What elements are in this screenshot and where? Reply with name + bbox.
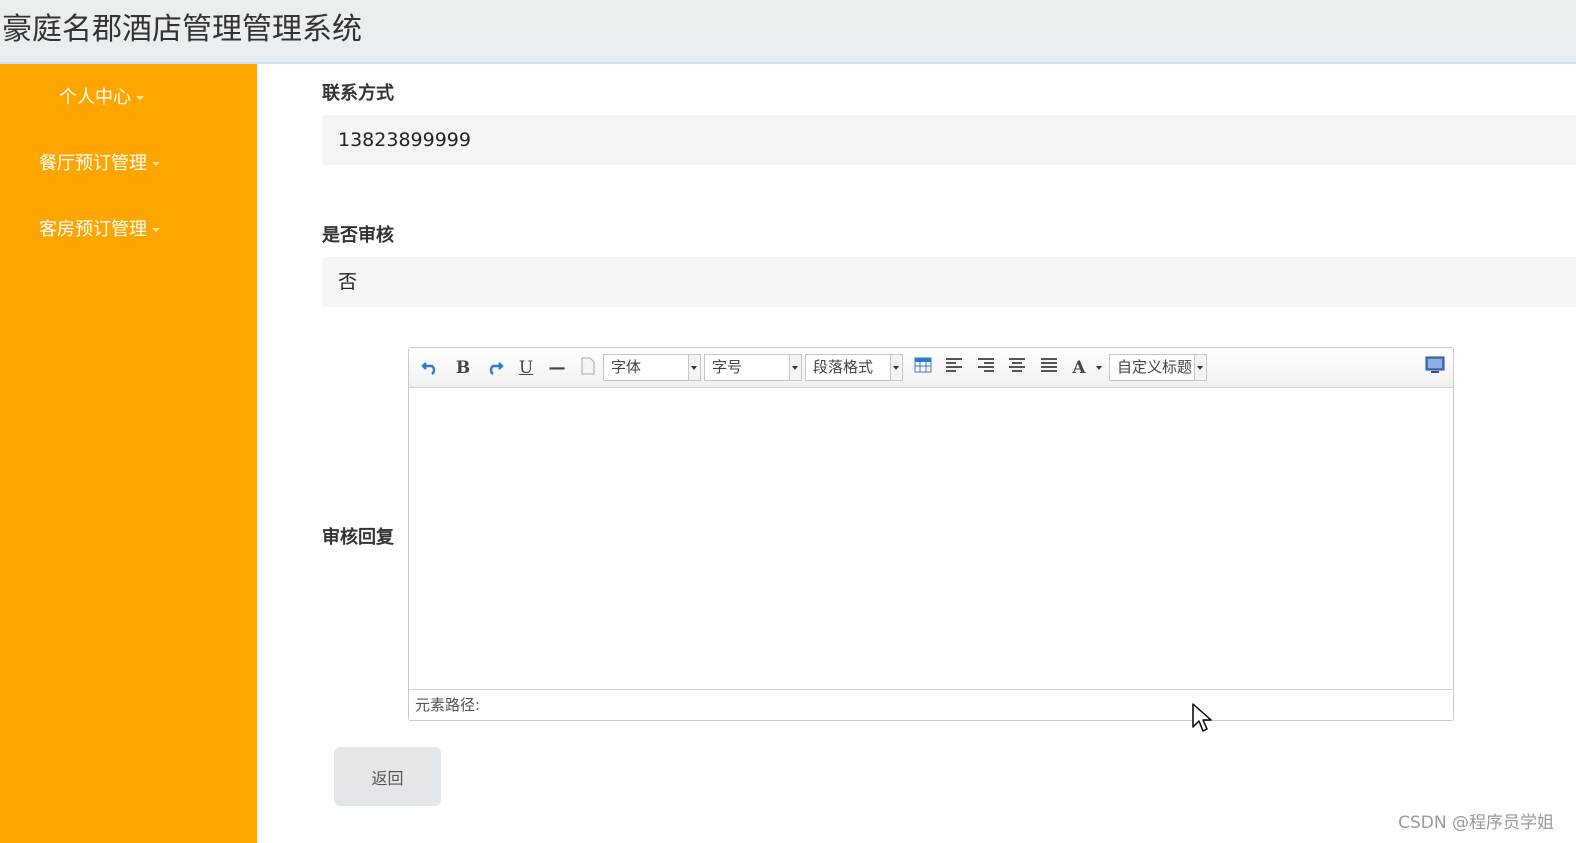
text-color-dropdown-icon[interactable] xyxy=(1096,366,1102,370)
dropdown-arrow-icon xyxy=(789,355,801,380)
custom-title-select[interactable]: 自定义标题 xyxy=(1109,354,1207,381)
dropdown-arrow-icon xyxy=(688,355,700,380)
dropdown-arrow-icon xyxy=(1194,355,1206,380)
font-family-value: 字体 xyxy=(611,358,642,376)
paragraph-format-value: 段落格式 xyxy=(813,358,874,376)
editor-element-path: 元素路径: xyxy=(409,689,1453,720)
align-center-icon[interactable] xyxy=(1005,356,1029,380)
font-size-value: 字号 xyxy=(712,358,743,376)
editor-toolbar: B U — 字体 字号 段落格式 A 自定义标题 xyxy=(409,348,1453,388)
undo-icon[interactable] xyxy=(419,356,443,380)
redo-icon[interactable] xyxy=(482,356,506,380)
caret-down-icon xyxy=(152,162,160,166)
underline-button[interactable]: U xyxy=(514,356,538,380)
audit-status-field[interactable]: 否 xyxy=(322,257,1576,307)
mouse-cursor-icon xyxy=(1192,703,1214,739)
text-color-button[interactable]: A xyxy=(1067,356,1091,380)
contact-field[interactable]: 13823899999 xyxy=(322,115,1576,165)
app-title: 豪庭名郡酒店管理管理系统 xyxy=(2,12,362,47)
audit-status-label: 是否审核 xyxy=(322,225,394,246)
sidebar-item-personal-center[interactable]: 个人中心 xyxy=(59,83,144,109)
horizontal-rule-button[interactable]: — xyxy=(545,356,569,380)
table-icon[interactable] xyxy=(911,356,935,380)
caret-down-icon xyxy=(152,228,160,232)
contact-label: 联系方式 xyxy=(322,83,394,104)
watermark: CSDN @程序员学姐 xyxy=(1398,813,1554,833)
fullscreen-icon[interactable] xyxy=(1423,356,1447,380)
sidebar: 个人中心 餐厅预订管理 客房预订管理 xyxy=(0,64,257,843)
editor-content-area[interactable] xyxy=(409,388,1453,689)
custom-title-value: 自定义标题 xyxy=(1117,358,1193,376)
back-button[interactable]: 返回 xyxy=(334,747,441,806)
sidebar-item-label: 客房预订管理 xyxy=(39,219,147,240)
sidebar-item-restaurant-booking[interactable]: 餐厅预订管理 xyxy=(39,149,160,175)
page-icon[interactable] xyxy=(576,356,600,380)
sidebar-item-label: 餐厅预订管理 xyxy=(39,153,147,174)
align-right-icon[interactable] xyxy=(974,356,998,380)
align-justify-icon[interactable] xyxy=(1037,356,1061,380)
font-size-select[interactable]: 字号 xyxy=(704,354,802,381)
align-left-icon[interactable] xyxy=(942,356,966,380)
dropdown-arrow-icon xyxy=(890,355,902,380)
sidebar-item-label: 个人中心 xyxy=(59,87,131,108)
paragraph-format-select[interactable]: 段落格式 xyxy=(805,354,903,381)
top-bar: 豪庭名郡酒店管理管理系统 xyxy=(0,0,1576,64)
caret-down-icon xyxy=(136,96,144,100)
font-family-select[interactable]: 字体 xyxy=(603,354,701,381)
sidebar-item-room-booking[interactable]: 客房预订管理 xyxy=(39,215,160,241)
text-color-label: A xyxy=(1072,358,1086,378)
audit-reply-label: 审核回复 xyxy=(322,527,394,548)
rich-text-editor: B U — 字体 字号 段落格式 A 自定义标题 元素路径: xyxy=(408,347,1454,721)
bold-button[interactable]: B xyxy=(451,356,475,380)
